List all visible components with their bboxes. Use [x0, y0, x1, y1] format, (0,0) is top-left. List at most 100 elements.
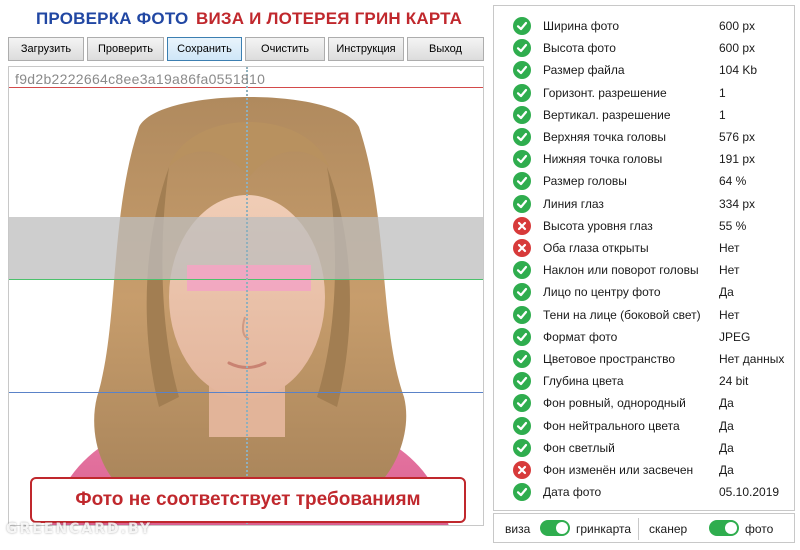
check-pass-icon: [513, 372, 531, 391]
check-pass-icon: [513, 39, 531, 58]
check-value: 600 px: [719, 19, 756, 33]
check-row: Нижняя точка головы 191 px: [494, 148, 794, 170]
check-fail-icon: [513, 461, 531, 479]
toggle-knob: [725, 522, 737, 534]
check-label: Фон изменён или засвечен: [543, 463, 694, 477]
check-row: Вертикал. разрешение 1: [494, 104, 794, 126]
toggle-divider: [638, 518, 639, 540]
app-title: ПРОВЕРКА ФОТО: [36, 9, 189, 28]
check-label: Размер файла: [543, 63, 625, 78]
app-header: ПРОВЕРКА ФОТО ВИЗА И ЛОТЕРЕЯ ГРИН КАРТА: [0, 0, 490, 34]
toggle-source-right-label: фото: [745, 522, 774, 536]
toggle-bar: виза гринкарта сканер фото: [493, 513, 795, 543]
toggle-mode-right-label: гринкарта: [576, 522, 632, 536]
check-pass-icon: [513, 105, 531, 124]
exit-button[interactable]: Выход: [407, 37, 484, 61]
check-row: Линия глаз 334 px: [494, 193, 794, 215]
check-fail-icon: [513, 239, 531, 257]
check-pass-icon: [513, 261, 531, 280]
site-watermark: GREENCARD.BY: [6, 521, 152, 537]
check-row: Размер головы 64 %: [494, 170, 794, 192]
check-row: Высота фото 600 px: [494, 37, 794, 59]
check-label: Размер головы: [543, 174, 627, 189]
check-label: Тени на лице (боковой свет): [543, 307, 701, 322]
check-value: 64 %: [719, 174, 747, 189]
check-value: 55 %: [719, 218, 747, 233]
center-guide-line: [246, 67, 248, 525]
check-pass-icon: [513, 394, 531, 413]
check-label: Лицо по центру фото: [543, 285, 661, 300]
check-value: Да: [719, 440, 734, 455]
save-button[interactable]: Сохранить: [167, 37, 242, 61]
check-pass-icon: [513, 17, 531, 35]
check-value: 1: [719, 107, 726, 122]
check-label: Фон ровный, однородный: [543, 396, 686, 411]
check-label: Цветовое пространство: [543, 352, 676, 366]
check-row: Фон ровный, однородный Да: [494, 392, 794, 414]
check-row: Дата фото 05.10.2019: [494, 481, 794, 503]
check-value: Нет: [719, 307, 740, 322]
check-row: Высота уровня глаз 55 %: [494, 215, 794, 237]
check-label: Высота фото: [543, 41, 616, 56]
photo-preview: f9d2b2222664c8ee3a19a86fa0551810: [8, 66, 484, 526]
check-pass-icon: [513, 416, 531, 435]
check-pass-icon: [513, 194, 531, 213]
check-pass-icon: [513, 483, 531, 502]
visa-greencard-toggle[interactable]: [540, 520, 570, 536]
check-pass-icon: [513, 172, 531, 191]
check-row: Верхняя точка головы 576 px: [494, 126, 794, 148]
check-value: 104 Kb: [719, 63, 758, 78]
status-banner: Фото не соответствует требованиям: [30, 477, 466, 523]
check-row: Фон светлый Да: [494, 437, 794, 459]
check-pass-icon: [513, 150, 531, 169]
clear-button[interactable]: Очистить: [245, 37, 325, 61]
check-row: Тени на лице (боковой свет) Нет: [494, 304, 794, 326]
check-pass-icon: [513, 305, 531, 324]
check-value: Да: [719, 396, 734, 411]
check-row: Наклон или поворот головы Нет: [494, 259, 794, 281]
check-value: 334 px: [719, 196, 756, 211]
check-pass-icon: [513, 327, 531, 346]
check-label: Наклон или поворот головы: [543, 263, 699, 278]
check-row: Формат фото JPEG: [494, 326, 794, 348]
check-value: 1: [719, 85, 726, 100]
check-label: Фон светлый: [543, 440, 615, 455]
check-label: Нижняя точка головы: [543, 152, 663, 167]
check-value: 24 bit: [719, 374, 749, 389]
check-pass-icon: [513, 128, 531, 146]
check-value: 05.10.2019: [719, 485, 780, 500]
check-row: Лицо по центру фото Да: [494, 281, 794, 303]
check-button[interactable]: Проверить: [87, 37, 164, 61]
check-pass-icon: [513, 83, 531, 102]
check-value: Да: [719, 285, 734, 300]
scanner-photo-toggle[interactable]: [709, 520, 739, 536]
check-row: Фон изменён или засвечен Да: [494, 459, 794, 481]
check-row: Размер файла 104 Kb: [494, 59, 794, 81]
check-label: Вертикал. разрешение: [543, 107, 671, 122]
check-value: 576 px: [719, 130, 756, 144]
check-value: 600 px: [719, 41, 756, 56]
check-row: Глубина цвета 24 bit: [494, 370, 794, 392]
check-label: Дата фото: [543, 485, 602, 500]
instructions-button[interactable]: Инструкция: [328, 37, 404, 61]
photo-hash: f9d2b2222664c8ee3a19a86fa0551810: [15, 71, 266, 87]
check-value: Нет данных: [719, 352, 785, 366]
check-value: Да: [719, 463, 734, 477]
check-label: Оба глаза открыты: [543, 241, 649, 255]
check-row: Горизонт. разрешение 1: [494, 82, 794, 104]
check-label: Горизонт. разрешение: [543, 85, 667, 100]
check-label: Фон нейтрального цвета: [543, 418, 680, 433]
check-value: Да: [719, 418, 734, 433]
upload-button[interactable]: Загрузить: [8, 37, 84, 61]
check-value: Нет: [719, 263, 740, 278]
toolbar: Загрузить Проверить Сохранить Очистить И…: [8, 37, 484, 61]
checks-panel: Ширина фото 600 px Высота фото 600 px Размер…: [493, 5, 795, 511]
check-pass-icon: [513, 61, 531, 80]
check-value: Нет: [719, 241, 740, 255]
check-label: Высота уровня глаз: [543, 218, 653, 233]
check-label: Глубина цвета: [543, 374, 624, 389]
status-text: Фото не соответствует требованиям: [75, 489, 421, 510]
toggle-mode-left-label: виза: [505, 522, 531, 536]
check-pass-icon: [513, 438, 531, 457]
check-label: Формат фото: [543, 329, 618, 344]
